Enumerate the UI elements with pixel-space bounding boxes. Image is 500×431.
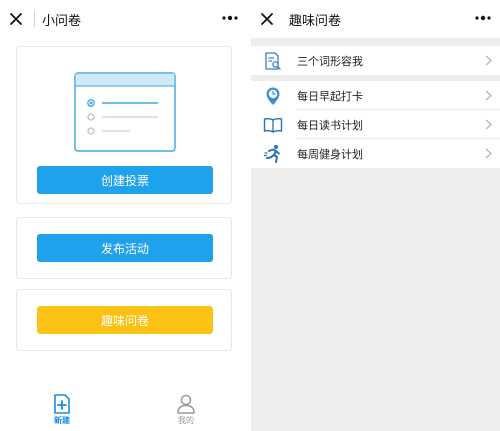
publish-activity-card: 发布活动: [16, 217, 232, 279]
tab-bar: 新建 我的: [0, 386, 247, 431]
list-item-label: 每周健身计划: [297, 148, 363, 161]
chevron-right-icon: [485, 148, 492, 159]
left-screen: 小问卷 创建投票 发布活动 趣味问卷 新建 我的: [0, 0, 247, 431]
list-item-label: 每日早起打卡: [297, 90, 363, 103]
chevron-right-icon: [485, 90, 492, 101]
vote-illustration-icon: [74, 72, 176, 152]
list-item-label: 三个词形容我: [297, 55, 363, 68]
tab-new-label: 新建: [54, 416, 70, 425]
right-navbar: 趣味问卷: [251, 0, 500, 38]
runner-icon: [264, 145, 280, 163]
create-vote-button[interactable]: 创建投票: [37, 166, 213, 194]
search-document-icon: [265, 52, 281, 70]
tab-mine-label: 我的: [178, 416, 194, 425]
person-icon: [177, 394, 195, 414]
fun-survey-button[interactable]: 趣味问卷: [37, 306, 213, 334]
right-screen: 趣味问卷 三个词形容我 每日早起打卡 每日读书计划 每周健身计划: [251, 0, 500, 431]
tab-new[interactable]: 新建: [32, 394, 92, 426]
close-icon[interactable]: [8, 11, 24, 27]
clock-pin-icon: [266, 87, 280, 105]
list-item-fitness-plan[interactable]: 每周健身计划: [251, 139, 500, 168]
tab-mine[interactable]: 我的: [156, 394, 216, 426]
list-item-three-words[interactable]: 三个词形容我: [251, 46, 500, 75]
fun-survey-card: 趣味问卷: [16, 289, 232, 351]
left-navbar: 小问卷: [0, 0, 247, 38]
page-title: 趣味问卷: [289, 14, 342, 29]
chevron-right-icon: [485, 55, 492, 66]
book-icon: [263, 118, 283, 133]
close-icon[interactable]: [259, 11, 275, 27]
create-vote-card: 创建投票: [16, 46, 232, 204]
more-icon[interactable]: [221, 12, 239, 24]
list-item-morning-checkin[interactable]: 每日早起打卡: [251, 81, 500, 110]
page-title: 小问卷: [42, 14, 82, 29]
nav-separator: [34, 11, 35, 27]
list-item-reading-plan[interactable]: 每日读书计划: [251, 110, 500, 139]
more-icon[interactable]: [474, 12, 492, 24]
new-document-icon: [54, 394, 70, 414]
chevron-right-icon: [485, 119, 492, 130]
publish-activity-button[interactable]: 发布活动: [37, 234, 213, 262]
list-item-label: 每日读书计划: [297, 119, 363, 132]
